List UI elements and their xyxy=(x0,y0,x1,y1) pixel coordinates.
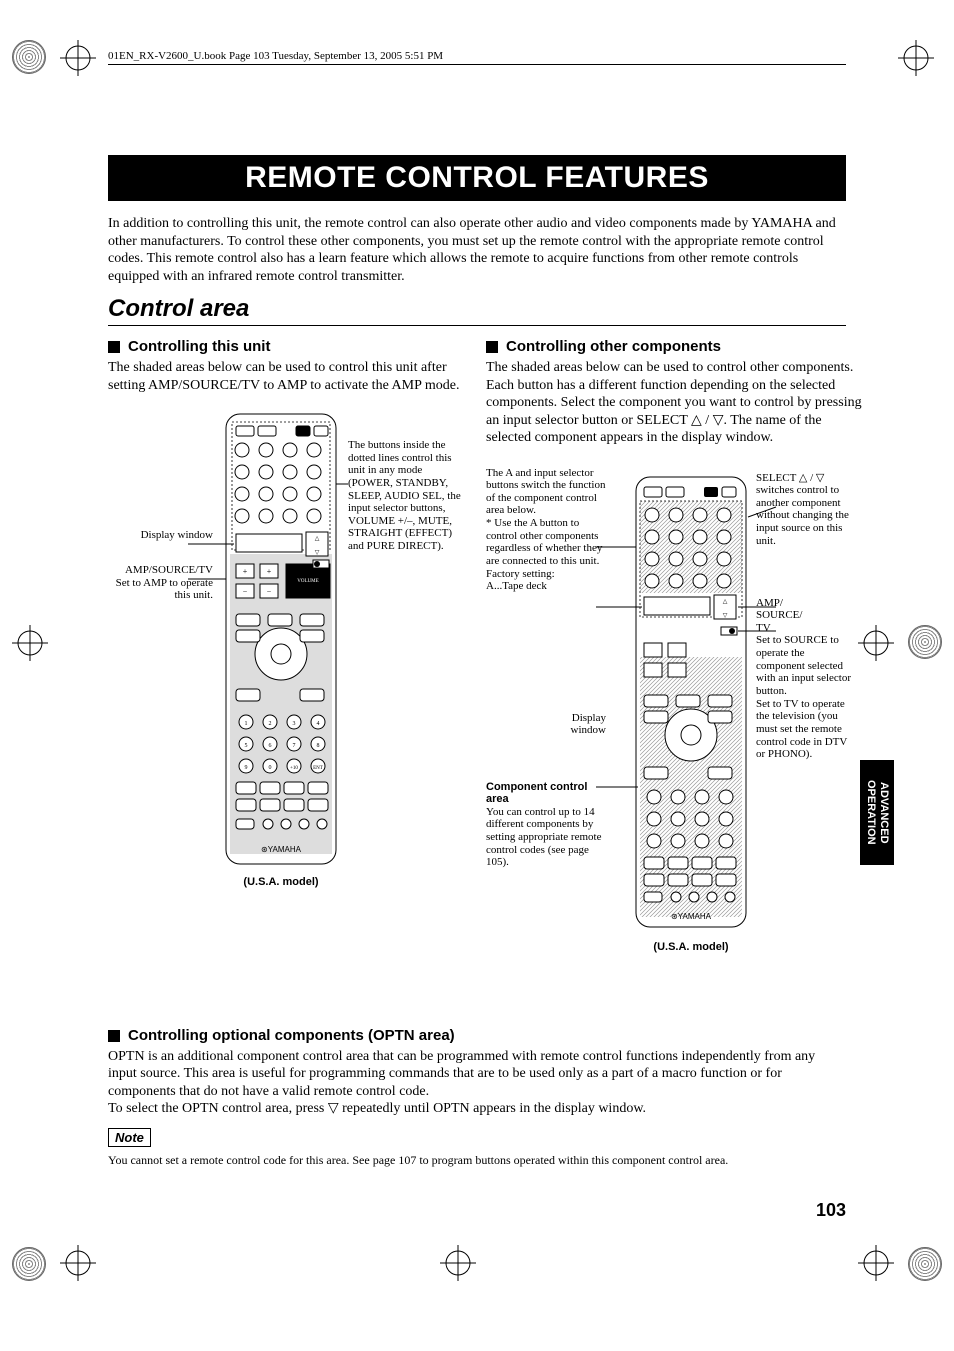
bullet-icon xyxy=(108,1030,120,1042)
svg-text:ENT: ENT xyxy=(313,766,323,771)
page-title: REMOTE CONTROL FEATURES xyxy=(108,155,846,201)
svg-text:9: 9 xyxy=(245,765,248,771)
optn-heading-text: Controlling optional components (OPTN ar… xyxy=(128,1027,455,1044)
svg-text:1: 1 xyxy=(245,721,248,727)
right-heading: Controlling other components xyxy=(486,338,866,355)
svg-text:3: 3 xyxy=(293,721,296,727)
svg-text:+: + xyxy=(243,567,248,576)
svg-text:−: − xyxy=(267,587,272,596)
left-model-caption: (U.S.A. model) xyxy=(226,876,336,888)
optn-heading: Controlling optional components (OPTN ar… xyxy=(108,1027,846,1044)
callout-select: SELECT △ / ▽ switches control to another… xyxy=(756,472,856,548)
svg-text:2: 2 xyxy=(269,721,272,727)
svg-text:6: 6 xyxy=(269,743,272,749)
callout-display-window: Display window xyxy=(108,529,213,542)
intro-paragraph: In addition to controlling this unit, th… xyxy=(108,215,846,285)
svg-text:4: 4 xyxy=(317,721,320,727)
callout-comp-area-title: Component control area xyxy=(486,781,587,806)
left-remote-figure: △ ▽ xyxy=(108,404,468,944)
svg-text:⊛YAMAHA: ⊛YAMAHA xyxy=(671,912,712,921)
svg-text:△: △ xyxy=(315,536,320,542)
svg-text:0: 0 xyxy=(269,765,272,771)
svg-text:▽: ▽ xyxy=(315,550,320,556)
side-tab-text: ADVANCED OPERATION xyxy=(864,780,890,845)
svg-text:+: + xyxy=(267,567,272,576)
note-text: You cannot set a remote control code for… xyxy=(108,1153,846,1168)
svg-text:5: 5 xyxy=(245,743,248,749)
svg-text:−: − xyxy=(243,587,248,596)
svg-text:7: 7 xyxy=(293,743,296,749)
right-model-caption: (U.S.A. model) xyxy=(636,941,746,953)
callout-comp-area-body: You can control up to 14 different compo… xyxy=(486,806,601,869)
svg-text:+10: +10 xyxy=(290,766,298,771)
right-body: The shaded areas below can be used to co… xyxy=(486,359,866,447)
svg-text:8: 8 xyxy=(317,743,320,749)
svg-text:▽: ▽ xyxy=(723,613,728,619)
svg-text:△: △ xyxy=(723,599,728,605)
callout-a-input: The A and input selector buttons switch … xyxy=(486,467,606,593)
header-line: 01EN_RX-V2600_U.book Page 103 Tuesday, S… xyxy=(108,50,846,65)
right-remote-figure: △ ▽ xyxy=(486,457,866,1017)
right-heading-text: Controlling other components xyxy=(506,338,721,355)
svg-text:⊛YAMAHA: ⊛YAMAHA xyxy=(261,845,302,854)
left-body: The shaded areas below can be used to co… xyxy=(108,359,468,394)
page-number: 103 xyxy=(816,1200,846,1221)
optn-body: OPTN is an additional component control … xyxy=(108,1048,846,1118)
left-heading-text: Controlling this unit xyxy=(128,338,270,355)
side-tab: ADVANCED OPERATION xyxy=(860,760,894,865)
svg-text:VOLUME: VOLUME xyxy=(297,579,318,584)
callout-display-window-right: Display window xyxy=(536,712,606,737)
note-label: Note xyxy=(108,1128,151,1147)
left-heading: Controlling this unit xyxy=(108,338,468,355)
callout-amp-source: AMP/SOURCE/TV Set to AMP to operate this… xyxy=(108,564,213,602)
bullet-icon xyxy=(486,341,498,353)
section-title: Control area xyxy=(108,295,846,326)
callout-amp-source-right: AMP/ SOURCE/ TV Set to SOURCE to operate… xyxy=(756,597,856,761)
bullet-icon xyxy=(108,341,120,353)
callout-dotted-buttons: The buttons inside the dotted lines cont… xyxy=(348,439,463,553)
